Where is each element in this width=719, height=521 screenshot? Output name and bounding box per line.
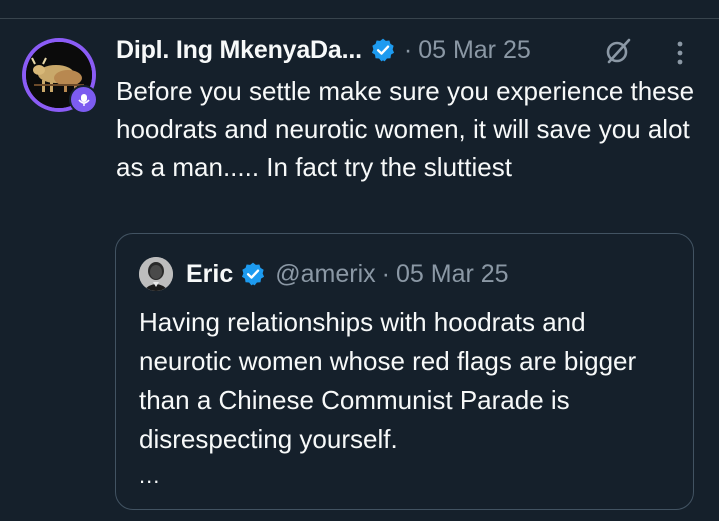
quoted-header-separator: · <box>381 259 390 288</box>
quoted-verified-badge-icon[interactable] <box>240 261 266 287</box>
quoted-author-avatar[interactable] <box>139 257 173 291</box>
post-body-text: Before you settle make sure you experien… <box>116 76 695 182</box>
grok-icon[interactable] <box>604 37 632 65</box>
post-date[interactable]: 05 Mar 25 <box>418 36 531 65</box>
quoted-author-handle[interactable]: @amerix <box>275 260 375 289</box>
author-name[interactable]: Dipl. Ing MkenyaDa... <box>116 36 362 65</box>
quoted-post[interactable]: Eric @amerix · 05 Mar 25 Having relation… <box>115 233 694 510</box>
more-options-icon[interactable] <box>666 39 694 67</box>
quoted-post-header: Eric @amerix · 05 Mar 25 <box>139 256 509 292</box>
verified-badge-icon[interactable] <box>370 37 396 63</box>
quoted-post-date[interactable]: 05 Mar 25 <box>396 260 509 289</box>
author-avatar-container[interactable] <box>22 38 98 114</box>
space-host-icon <box>69 85 98 114</box>
header-separator: · <box>403 35 413 64</box>
post[interactable]: Dipl. Ing MkenyaDa... · 05 Mar 25 Before… <box>0 19 719 521</box>
quoted-post-body-text: Having relationships with hoodrats and n… <box>139 307 637 454</box>
quoted-post-truncation: ... <box>139 463 161 488</box>
quoted-author-name[interactable]: Eric <box>186 260 233 289</box>
